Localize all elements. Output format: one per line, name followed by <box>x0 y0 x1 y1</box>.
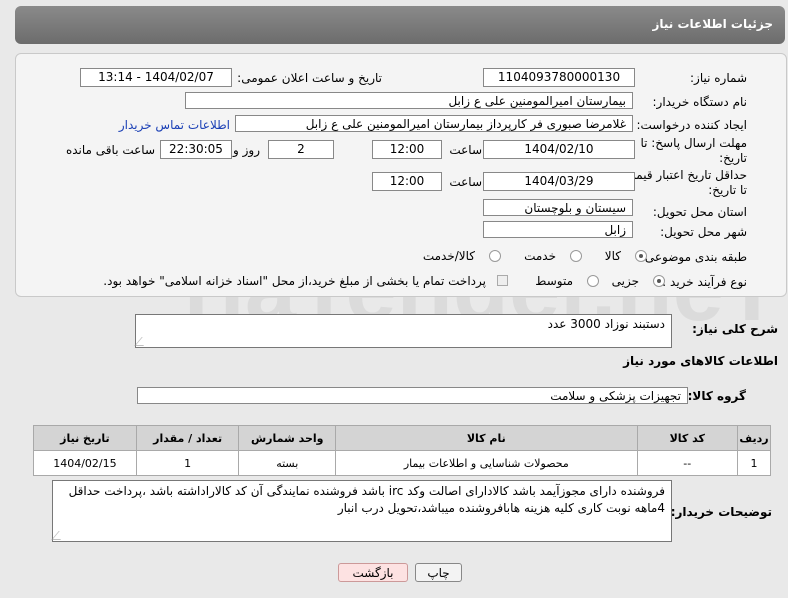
remaining-label: ساعت باقی مانده <box>65 143 155 157</box>
category-service-radio[interactable] <box>570 250 582 262</box>
validity-time-label: ساعت <box>449 175 482 189</box>
contact-link[interactable]: اطلاعات تماس خریدار <box>119 118 230 132</box>
process-label: نوع فرآیند خرید : <box>662 275 747 289</box>
page-header: جزئیات اطلاعات نیاز <box>15 6 785 44</box>
announce-label: تاریخ و ساعت اعلان عمومی: <box>237 71 382 85</box>
category-label: طبقه بندی موضوعی: <box>640 250 747 264</box>
buyer-notes-text: فروشنده دارای مجوزآیمد باشد کالادارای اص… <box>68 484 665 515</box>
resize-grip-icon[interactable] <box>134 337 151 346</box>
buyer-notes-label: توضیحات خریدار: <box>670 505 772 519</box>
need-number-field: 1104093780000130 <box>483 68 635 87</box>
deadline-label-2: تاریخ: <box>719 151 747 165</box>
validity-date-field: 1404/03/29 <box>483 172 635 191</box>
table-header-row: ردیف کد کالا نام کالا واحد شمارش تعداد /… <box>33 425 771 451</box>
resize-grip-icon[interactable] <box>51 531 68 540</box>
province-label: استان محل تحویل: <box>652 205 747 219</box>
col-date: تاریخ نیاز <box>33 425 137 451</box>
validity-time-field: 12:00 <box>372 172 442 191</box>
category-service-label: خدمت <box>524 249 556 263</box>
deadline-time-label: ساعت <box>449 143 482 157</box>
category-goods-label: کالا <box>604 249 621 263</box>
goods-group-field: تجهیزات پزشکی و سلامت <box>137 387 688 404</box>
print-button[interactable]: چاپ <box>415 563 462 582</box>
category-both-radio[interactable] <box>489 250 501 262</box>
deadline-label: مهلت ارسال پاسخ: تا <box>640 136 747 150</box>
creator-label: ایجاد کننده درخواست: <box>636 118 747 132</box>
description-field: دستبند نوزاد 3000 عدد <box>134 314 672 348</box>
cell-qty: 1 <box>135 450 240 476</box>
buyer-field: بیمارستان امیرالمومنین علی ع زابل <box>185 92 633 109</box>
creator-field: غلامرضا صبوری فر کارپرداز بیمارستان امیر… <box>235 115 633 132</box>
page-title: جزئیات اطلاعات نیاز <box>652 17 773 31</box>
table-row: 1 -- محصولات شناسایی و اطلاعات بیمار بست… <box>33 450 771 476</box>
validity-label-2: تا تاریخ: <box>708 183 747 197</box>
province-field: سیستان و بلوچستان <box>483 199 633 216</box>
cell-row: 1 <box>737 450 771 476</box>
items-table: ردیف کد کالا نام کالا واحد شمارش تعداد /… <box>33 425 771 476</box>
process-minor-label: جزیی <box>611 274 639 288</box>
payment-note: پرداخت تمام یا بخشی از مبلغ خرید،از محل … <box>103 274 486 288</box>
city-label: شهر محل تحویل: <box>660 225 747 239</box>
process-minor-radio[interactable] <box>653 275 665 287</box>
description-label: شرح کلی نیاز: <box>692 322 778 336</box>
city-field: زابل <box>483 221 633 238</box>
col-name: نام کالا <box>335 425 638 451</box>
buyer-label: نام دستگاه خریدار: <box>652 95 748 109</box>
need-number-label: شماره نیاز: <box>690 71 747 85</box>
category-goods-radio[interactable] <box>635 250 647 262</box>
goods-section-title: اطلاعات کالاهای مورد نیاز <box>623 354 778 368</box>
announce-field: 1404/02/07 - 13:14 <box>80 68 232 87</box>
cell-code: -- <box>636 450 739 476</box>
col-code: کد کالا <box>636 425 739 451</box>
cell-name: محصولات شناسایی و اطلاعات بیمار <box>335 450 638 476</box>
process-medium-radio[interactable] <box>587 275 599 287</box>
treasury-checkbox[interactable] <box>497 275 508 286</box>
goods-group-label: گروه کالا: <box>687 389 746 403</box>
deadline-date-field: 1404/02/10 <box>483 140 635 159</box>
process-medium-label: متوسط <box>535 274 573 288</box>
description-text: دستبند نوزاد 3000 عدد <box>547 317 665 331</box>
cell-unit: بسته <box>238 450 337 476</box>
col-unit: واحد شمارش <box>238 425 337 451</box>
buyer-notes-field: فروشنده دارای مجوزآیمد باشد کالادارای اص… <box>51 480 672 542</box>
days-label: روز و <box>233 143 260 157</box>
validity-label: حداقل تاریخ اعتبار قیمت: <box>620 168 747 182</box>
deadline-time-field: 12:00 <box>372 140 442 159</box>
col-qty: تعداد / مقدار <box>135 425 240 451</box>
back-button[interactable]: بازگشت <box>338 563 408 582</box>
remaining-field: 22:30:05 <box>160 140 232 159</box>
days-field: 2 <box>268 140 334 159</box>
col-row: ردیف <box>737 425 771 451</box>
cell-date: 1404/02/15 <box>33 450 137 476</box>
category-both-label: کالا/خدمت <box>422 249 475 263</box>
